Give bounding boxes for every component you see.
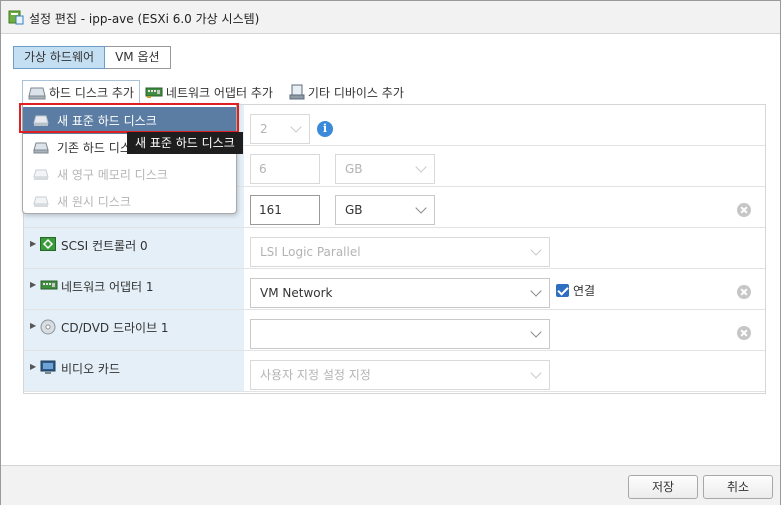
menu-tooltip: 새 표준 하드 디스크 — [127, 132, 243, 154]
network-value: VM Network — [260, 286, 333, 300]
memory-unit-select[interactable]: GB — [335, 154, 435, 184]
menu-item-label: 새 영구 메모리 디스크 — [57, 168, 168, 182]
vm-settings-icon — [8, 9, 24, 25]
edit-settings-dialog: 설정 편집 - ipp-ave (ESXi 6.0 가상 시스템) 가상 하드웨… — [0, 0, 781, 505]
device-icon — [289, 84, 305, 100]
scsi-label-cell[interactable]: ▶ SCSI 컨트롤러 0 — [24, 228, 244, 268]
hard-disk-icon — [33, 169, 49, 180]
add-network-adapter-label: 네트워크 어댑터 추가 — [165, 85, 273, 100]
cd-dvd-icon — [40, 319, 56, 338]
network-label-cell[interactable]: ▶ 네트워크 어댑터 1 — [24, 269, 244, 309]
video-select[interactable]: 사용자 지정 설정 지정 — [250, 360, 550, 390]
hardware-toolbar: 하드 디스크 추가 네트워크 어댑터 추가 기타 디바이스 추가 — [22, 80, 409, 104]
dialog-tabs: 가상 하드웨어 VM 옵션 — [13, 46, 171, 69]
tab-vm-options[interactable]: VM 옵션 — [105, 46, 171, 69]
network-select[interactable]: VM Network — [250, 278, 550, 308]
video-label-cell[interactable]: ▶ 비디오 카드 — [24, 351, 244, 391]
chevron-down-icon — [415, 161, 427, 173]
cancel-button[interactable]: 취소 — [703, 475, 773, 499]
cdrom-label: CD/DVD 드라이브 1 — [61, 321, 169, 335]
dialog-titlebar: 설정 편집 - ipp-ave (ESXi 6.0 가상 시스템) — [1, 1, 780, 34]
hard-disk-icon — [33, 196, 49, 207]
expand-arrow-icon[interactable]: ▶ — [30, 239, 36, 248]
scsi-type-select[interactable]: LSI Logic Parallel — [250, 237, 550, 267]
chevron-down-icon — [530, 326, 542, 338]
hard-disk-size: 161 — [259, 203, 282, 217]
hard-disk-icon — [28, 87, 46, 99]
save-button[interactable]: 저장 — [628, 475, 698, 499]
dialog-footer: 저장 취소 — [1, 465, 780, 505]
memory-unit: GB — [345, 162, 363, 176]
remove-cdrom-icon[interactable] — [737, 326, 751, 340]
chevron-down-icon — [530, 367, 542, 379]
scsi-row: ▶ SCSI 컨트롤러 0 LSI Logic Parallel — [24, 228, 765, 269]
chevron-down-icon — [415, 202, 427, 214]
chevron-down-icon — [290, 121, 302, 133]
cdrom-row: ▶ CD/DVD 드라이브 1 — [24, 310, 765, 351]
hard-disk-size-input[interactable]: 161 — [250, 195, 320, 225]
network-label: 네트워크 어댑터 1 — [61, 280, 154, 294]
menu-item-new-pmem-disk: 새 영구 메모리 디스크 — [23, 161, 236, 188]
add-hard-disk-label: 하드 디스크 추가 — [49, 86, 134, 100]
hard-disk-icon — [33, 142, 49, 153]
hard-disk-unit-select[interactable]: GB — [335, 195, 435, 225]
memory-input[interactable]: 6 — [250, 154, 320, 184]
monitor-icon — [40, 360, 56, 379]
remove-network-icon[interactable] — [737, 285, 751, 299]
network-card-icon — [40, 278, 58, 295]
highlight-annotation-box — [19, 103, 239, 133]
chevron-down-icon — [530, 244, 542, 256]
add-hard-disk-button[interactable]: 하드 디스크 추가 — [22, 80, 140, 104]
dialog-title: 설정 편집 - ipp-ave (ESXi 6.0 가상 시스템) — [29, 12, 260, 26]
expand-arrow-icon[interactable]: ▶ — [30, 321, 36, 330]
cpu-value: 2 — [260, 122, 268, 136]
video-value: 사용자 지정 설정 지정 — [260, 368, 371, 382]
cdrom-select[interactable] — [250, 319, 550, 349]
video-label: 비디오 카드 — [61, 362, 121, 376]
add-other-device-label: 기타 디바이스 추가 — [307, 85, 404, 100]
scsi-type: LSI Logic Parallel — [260, 245, 361, 259]
video-row: ▶ 비디오 카드 사용자 지정 설정 지정 — [24, 351, 765, 392]
network-connected-checkbox[interactable] — [556, 284, 569, 297]
network-connected-label: 연결 — [573, 284, 596, 298]
hard-disk-unit: GB — [345, 203, 363, 217]
expand-arrow-icon[interactable]: ▶ — [30, 362, 36, 371]
add-other-device-button[interactable]: 기타 디바이스 추가 — [284, 80, 409, 104]
tab-virtual-hardware[interactable]: 가상 하드웨어 — [13, 46, 106, 69]
remove-hard-disk-icon[interactable] — [737, 203, 751, 217]
network-row: ▶ 네트워크 어댑터 1 VM Network 연결 — [24, 269, 765, 310]
scsi-label: SCSI 컨트롤러 0 — [61, 239, 148, 253]
memory-value: 6 — [259, 162, 267, 176]
menu-item-label: 새 원시 디스크 — [57, 195, 131, 209]
add-network-adapter-button[interactable]: 네트워크 어댑터 추가 — [140, 80, 278, 104]
menu-item-new-raw-disk: 새 원시 디스크 — [23, 188, 236, 215]
info-icon[interactable]: i — [317, 121, 333, 137]
cpu-select[interactable]: 2 — [250, 114, 310, 144]
chevron-down-icon — [530, 285, 542, 297]
network-card-icon — [145, 87, 163, 98]
expand-arrow-icon[interactable]: ▶ — [30, 280, 36, 289]
scsi-controller-icon — [40, 237, 56, 254]
cdrom-label-cell[interactable]: ▶ CD/DVD 드라이브 1 — [24, 310, 244, 350]
